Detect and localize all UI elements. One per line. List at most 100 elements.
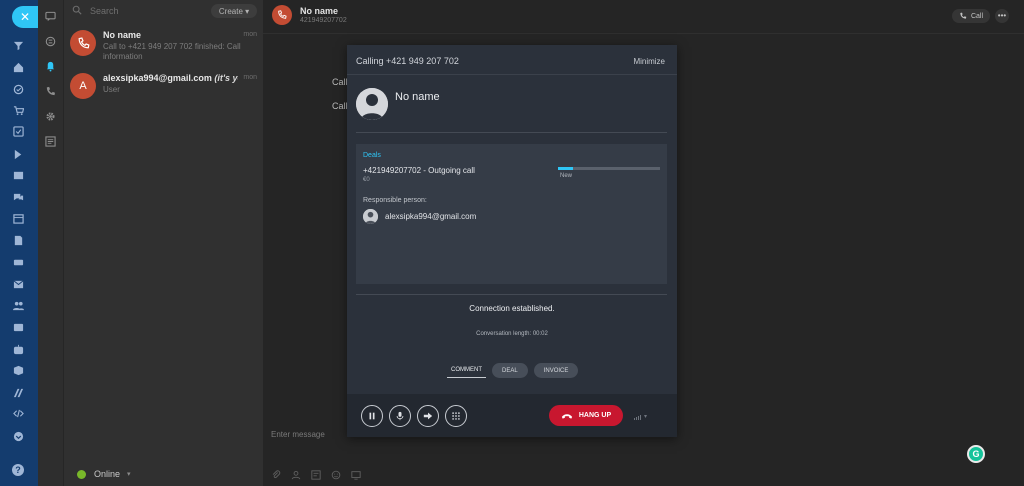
deal-title-link[interactable]: +421949207702 - Outgoing call [363, 166, 475, 175]
help-icon[interactable]: ? [12, 464, 24, 476]
deal-stage-fill [558, 167, 574, 170]
analytics-icon[interactable] [12, 386, 24, 398]
call-button[interactable]: Call [952, 9, 990, 23]
cart-icon[interactable] [12, 104, 24, 116]
call-tabs: COMMENT DEAL INVOICE [447, 363, 579, 378]
settings-icon[interactable] [45, 109, 57, 121]
phone-icon[interactable] [45, 84, 57, 96]
filter-icon[interactable] [12, 39, 24, 51]
pause-icon [369, 412, 375, 420]
mute-button[interactable] [389, 405, 411, 427]
chevron-down-icon: ▾ [127, 471, 131, 478]
call-popup: Calling +421 949 207 702 Minimize No nam… [347, 45, 677, 437]
search-input[interactable] [90, 6, 190, 16]
conversation-length: Conversation length: 00:02 [476, 331, 548, 337]
inbox-icon[interactable] [12, 169, 24, 181]
sites-icon[interactable] [12, 364, 24, 376]
chat-time: mon [243, 74, 257, 81]
deal-panel: Deals +421949207702 - Outgoing call €0 N… [356, 144, 667, 284]
transfer-arrow-icon [423, 412, 433, 420]
emoji-icon[interactable] [331, 470, 341, 480]
contacts-icon[interactable] [12, 299, 24, 311]
deal-stage-progress[interactable] [558, 167, 660, 170]
hang-up-button[interactable]: HANG UP [549, 405, 623, 426]
online-status-selector[interactable]: Online ▾ [77, 469, 131, 479]
search-box[interactable] [72, 4, 202, 18]
checkbox-icon[interactable] [12, 125, 24, 137]
id-card-icon[interactable] [12, 321, 24, 333]
messenger-app: ✕ ? Create ▾ [0, 0, 1024, 486]
user-mention-icon[interactable] [291, 470, 301, 480]
notifications-icon[interactable] [45, 59, 57, 72]
chat-name-suffix: (it's you) [214, 73, 238, 83]
avatar [272, 5, 292, 25]
tasks-icon[interactable] [12, 83, 24, 95]
tab-deal[interactable]: DEAL [492, 363, 528, 378]
deals-label: Deals [363, 152, 381, 159]
phone-icon [960, 12, 967, 19]
chat-list-item[interactable]: A alexsipka994@gmail.com (it's you) mon … [64, 71, 263, 115]
message-item: Call [332, 101, 348, 111]
chat-icon[interactable] [12, 191, 24, 203]
transfer-button[interactable] [417, 405, 439, 427]
divider [356, 132, 667, 133]
search-icon [72, 5, 90, 17]
mail-icon[interactable] [12, 278, 24, 290]
quote-icon[interactable] [311, 470, 321, 480]
create-button[interactable]: Create ▾ [211, 4, 257, 18]
deal-stage-label: New [560, 173, 573, 179]
notes-icon[interactable] [45, 134, 57, 147]
attach-icon[interactable] [271, 470, 281, 480]
connection-status: Connection established. [469, 304, 555, 313]
close-messenger-button[interactable]: ✕ [12, 6, 38, 28]
chat-bubble-icon[interactable] [45, 9, 57, 22]
avatar: A [70, 73, 96, 99]
screen-share-icon[interactable] [351, 470, 361, 480]
user-icon [356, 88, 388, 120]
chat-subtitle: 421949207702 [300, 17, 347, 24]
call-controls: HANG UP ▾ [347, 394, 677, 437]
user-icon [363, 209, 378, 224]
hang-up-label: HANG UP [578, 412, 612, 419]
more-options-button[interactable]: ••• [995, 9, 1009, 23]
dialpad-button[interactable] [445, 405, 467, 427]
workflow-icon[interactable] [12, 148, 24, 160]
chat-name: No name [103, 30, 142, 40]
tab-comment[interactable]: COMMENT [447, 363, 486, 378]
chat-title[interactable]: No name [300, 6, 338, 16]
avatar [70, 30, 96, 56]
chat-list-item[interactable]: No name mon Call to +421 949 207 702 fin… [64, 28, 263, 72]
more-icon[interactable] [12, 430, 24, 442]
chat-list-panel: Create ▾ No name mon Call to +421 949 20… [64, 0, 263, 486]
contact-avatar [356, 88, 388, 120]
phone-call-icon [78, 36, 89, 48]
chat-preview: User [103, 85, 120, 94]
app-rail: ✕ ? [0, 0, 38, 486]
responsible-avatar [363, 209, 378, 224]
online-status-label: Online [94, 469, 121, 479]
channels-icon[interactable] [45, 34, 57, 47]
robot-icon[interactable] [12, 343, 24, 355]
code-icon[interactable] [12, 407, 24, 419]
home-icon[interactable] [12, 61, 24, 73]
chat-header: No name 421949207702 Call ••• [263, 0, 1024, 34]
drive-icon[interactable] [12, 256, 24, 268]
chat-name: alexsipka994@gmail.com (it's you) [103, 73, 238, 83]
call-popup-header: Calling +421 949 207 702 Minimize [347, 45, 677, 75]
document-icon[interactable] [12, 234, 24, 246]
hold-button[interactable] [361, 405, 383, 427]
hang-up-phone-icon [561, 413, 573, 419]
responsible-name[interactable]: alexsipka994@gmail.com [385, 212, 476, 221]
grammarly-icon[interactable]: G [967, 445, 985, 463]
call-popup-title: Calling +421 949 207 702 [356, 56, 459, 66]
dialpad-icon [452, 412, 460, 420]
divider [356, 294, 667, 295]
calendar-icon[interactable] [12, 212, 24, 224]
messenger-subrail [38, 0, 64, 486]
tab-invoice[interactable]: INVOICE [533, 363, 579, 378]
chat-time: mon [243, 31, 257, 38]
phone-call-icon [278, 10, 287, 19]
deal-amount: €0 [363, 177, 370, 183]
composer-toolbar [271, 470, 361, 480]
minimize-button[interactable]: Minimize [633, 57, 665, 66]
